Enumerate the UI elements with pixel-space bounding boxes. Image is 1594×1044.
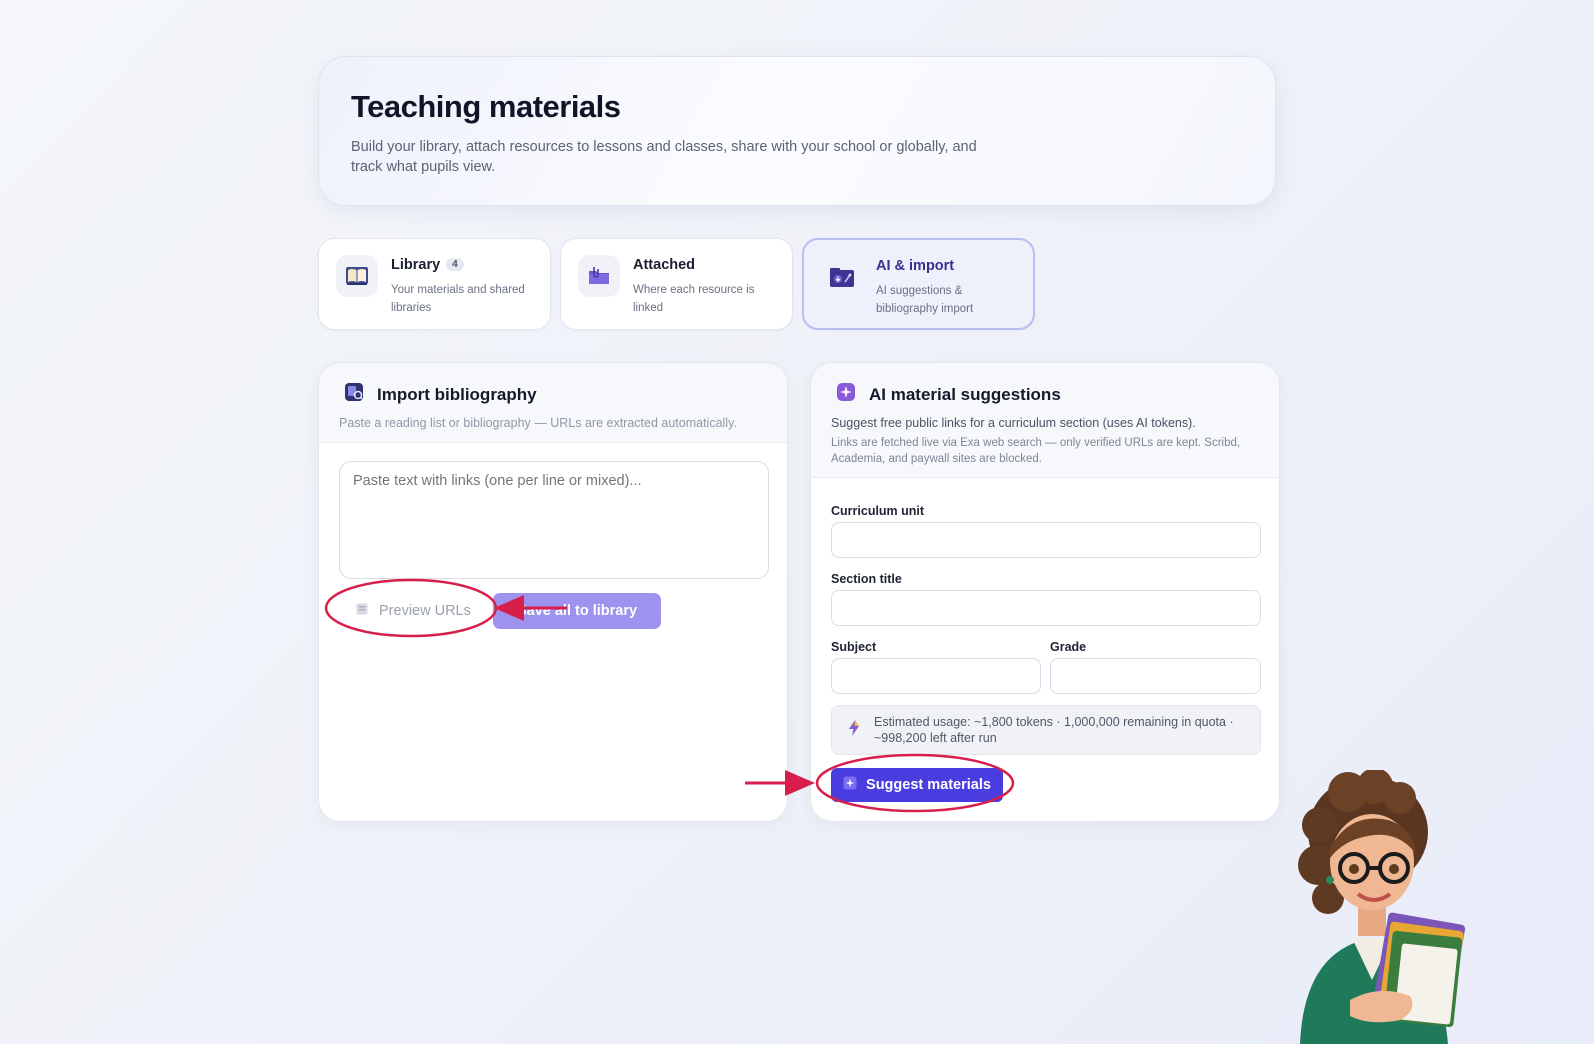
ai-panel-note: Links are fetched live via Exa web searc… [831,437,1241,465]
subject-input[interactable] [831,658,1041,694]
suggest-materials-label: Suggest materials [866,777,991,793]
page-header: Teaching materials Build your library, a… [318,56,1276,206]
import-bibliography-panel: Import bibliography Paste a reading list… [318,362,788,822]
preview-icon [355,602,369,620]
teacher-avatar-illustration [1298,770,1466,1044]
tab-library-label: Library [391,257,441,273]
save-all-to-library-button[interactable]: Save all to library [493,593,661,629]
preview-urls-label: Preview URLs [379,603,471,619]
import-panel-title: Import bibliography [377,384,537,404]
tab-library-desc: Your materials and shared libraries [391,284,525,314]
bibliography-textarea[interactable] [339,461,769,579]
tab-attached-label: Attached [633,257,696,273]
section-title-input[interactable] [831,590,1261,626]
grade-input[interactable] [1050,658,1261,694]
preview-urls-button[interactable]: Preview URLs [345,593,481,629]
page-subtitle: Build your library, attach resources to … [351,139,977,175]
tab-attached-desc: Where each resource is linked [633,284,755,314]
curriculum-unit-label: Curriculum unit [831,504,925,518]
bibliography-icon [343,381,365,408]
suggest-materials-button[interactable]: Suggest materials [831,768,1003,802]
lightning-icon [846,719,862,742]
usage-text: Estimated usage: ~1,800 tokens · 1,000,0… [874,715,1234,745]
book-icon [336,255,378,297]
tab-ai-import-desc: AI suggestions & bibliography import [876,285,974,315]
subject-label: Subject [831,640,877,654]
sparkle-icon [835,381,857,408]
page-title: Teaching materials [351,89,621,124]
import-panel-description: Paste a reading list or bibliography — U… [339,416,737,430]
tab-attached[interactable]: Attached Where each resource is linked [560,238,793,330]
tab-ai-import-label: AI & import [876,258,955,274]
curriculum-unit-input[interactable] [831,522,1261,558]
ai-import-icon [821,256,863,298]
tab-library[interactable]: Library 4 Your materials and shared libra… [318,238,551,330]
section-title-label: Section title [831,572,902,586]
suggest-sparkle-icon [843,776,857,794]
ai-suggestions-panel: AI material suggestions Suggest free pub… [810,362,1280,822]
library-count-badge: 4 [446,258,464,271]
ai-panel-title: AI material suggestions [869,384,1061,404]
grade-label: Grade [1050,640,1087,654]
usage-estimate: Estimated usage: ~1,800 tokens · 1,000,0… [831,705,1261,755]
ai-panel-description: Suggest free public links for a curricul… [831,416,1196,430]
tab-ai-import[interactable]: AI & import AI suggestions & bibliograph… [802,238,1035,330]
folder-icon [578,255,620,297]
